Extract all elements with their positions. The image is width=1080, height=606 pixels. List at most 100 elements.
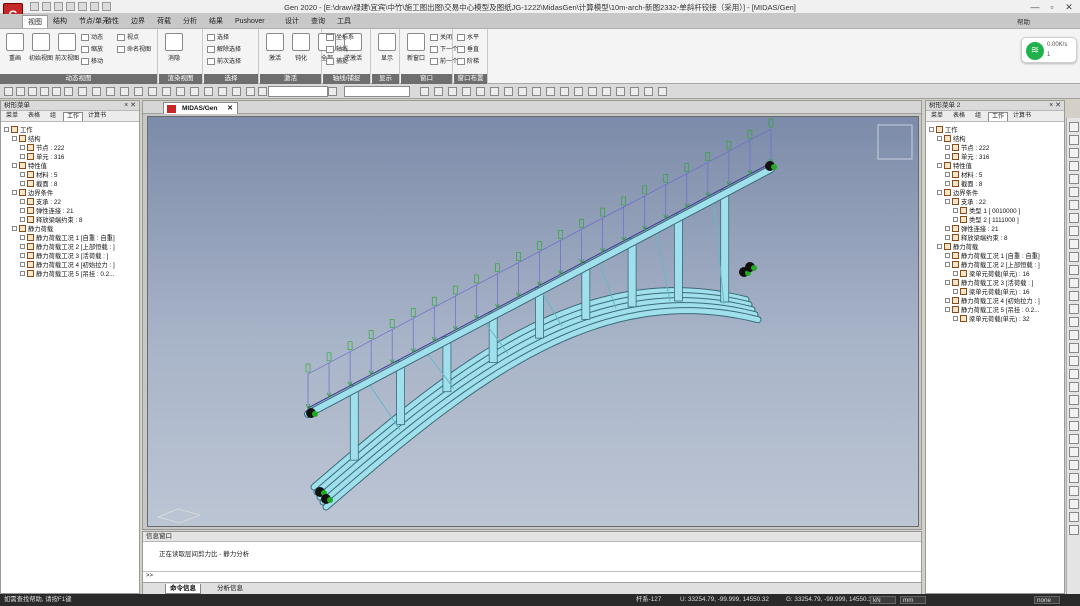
tree-expander-icon[interactable] (20, 154, 25, 159)
toolbar-button-icon[interactable] (64, 87, 73, 96)
menu-0[interactable]: 视图 (22, 15, 48, 28)
panel-tab[interactable]: 组 (972, 112, 984, 121)
tree-item[interactable]: 工作 (4, 126, 33, 135)
side-tool-icon[interactable] (1069, 174, 1079, 184)
save-icon[interactable] (54, 2, 63, 11)
side-tool-icon[interactable] (1069, 265, 1079, 275)
tree-expander-icon[interactable] (945, 262, 950, 267)
tree-item[interactable]: 结构 (937, 135, 966, 144)
unit-length-select[interactable]: mm (900, 596, 926, 604)
tree-item[interactable]: 节点 : 222 (945, 144, 989, 153)
tree-item[interactable]: 梁单元荷载(单元) : 16 (953, 270, 1030, 279)
ribbon-small-button[interactable]: 视点 (117, 32, 139, 41)
tree-expander-icon[interactable] (20, 235, 25, 240)
ribbon-small-button[interactable]: 垂直 (457, 44, 479, 53)
toolbar-button-icon[interactable] (462, 87, 471, 96)
ribbon-button[interactable]: 新窗口 (404, 33, 428, 62)
tree-item[interactable]: 单元 : 316 (20, 153, 64, 162)
tree-item[interactable]: 单元 : 316 (945, 153, 989, 162)
tree-expander-icon[interactable] (937, 136, 942, 141)
ribbon-small-button[interactable]: 解除选择 (207, 44, 241, 53)
side-tool-icon[interactable] (1069, 226, 1079, 236)
ribbon-small-button[interactable]: 捕捉 (326, 56, 348, 65)
tree-expander-icon[interactable] (945, 145, 950, 150)
undo-icon[interactable] (90, 2, 99, 11)
toolbar-button-icon[interactable] (134, 87, 143, 96)
tree-item[interactable]: 静力荷载工况 4 [初始拉力 : ] (945, 297, 1040, 306)
tree-expander-icon[interactable] (20, 199, 25, 204)
toolbar-button-icon[interactable] (448, 87, 457, 96)
toolbar-button-icon[interactable] (630, 87, 639, 96)
toolbar-button-icon[interactable] (532, 87, 541, 96)
panel-tab[interactable]: 表格 (25, 112, 43, 121)
panel-close-icon[interactable]: × ✕ (1049, 101, 1061, 111)
tree-expander-icon[interactable] (937, 244, 942, 249)
side-tool-icon[interactable] (1069, 408, 1079, 418)
side-tool-icon[interactable] (1069, 434, 1079, 444)
panel-tab[interactable]: 组 (47, 112, 59, 121)
toolbar-button-icon[interactable] (616, 87, 625, 96)
tree-item[interactable]: 支承 : 22 (20, 198, 61, 207)
side-tool-icon[interactable] (1069, 291, 1079, 301)
print-icon[interactable] (78, 2, 87, 11)
tree-item[interactable]: 材料 : 5 (945, 171, 982, 180)
menu-9[interactable]: 设计 (280, 15, 304, 28)
ribbon-small-button[interactable]: 水平 (457, 32, 479, 41)
ribbon-button[interactable]: 激活 (263, 33, 287, 62)
message-tab[interactable]: 分析信息 (213, 584, 247, 594)
tree-item[interactable]: 释放梁端约束 : 8 (20, 216, 83, 225)
toolbar-button-icon[interactable] (232, 87, 241, 96)
ribbon-small-button[interactable]: 命名视图 (117, 44, 151, 53)
help-menu[interactable]: 帮助 (1017, 16, 1030, 26)
tree-item[interactable]: 工作 (929, 126, 958, 135)
tree-expander-icon[interactable] (937, 190, 942, 195)
tree-item[interactable]: 静力荷载 (937, 243, 978, 252)
menu-3[interactable]: 特性 (100, 15, 124, 28)
tree-expander-icon[interactable] (20, 244, 25, 249)
toolbar-button-icon[interactable] (258, 87, 267, 96)
tree-item[interactable]: 静力荷载 (12, 225, 53, 234)
ribbon-small-button[interactable]: 移动 (81, 56, 103, 65)
toolbar-button-icon[interactable] (4, 87, 13, 96)
toolbar-button-icon[interactable] (602, 87, 611, 96)
tree-item[interactable]: 静力荷载工况 1 [自重 : 自重] (945, 252, 1040, 261)
tree-item[interactable]: 静力荷载工况 2 [上部恒载 : ] (20, 243, 115, 252)
toolbar-button-icon[interactable] (176, 87, 185, 96)
side-tool-icon[interactable] (1069, 369, 1079, 379)
toolbar-button-icon[interactable] (218, 87, 227, 96)
toolbar-button-icon[interactable] (52, 87, 61, 96)
close-button[interactable]: ✕ (1062, 1, 1076, 13)
side-tool-icon[interactable] (1069, 135, 1079, 145)
tree-item[interactable]: 特性值 (937, 162, 972, 171)
toolbar-button-icon[interactable] (518, 87, 527, 96)
side-tool-icon[interactable] (1069, 473, 1079, 483)
toolbar-button-icon[interactable] (106, 87, 115, 96)
message-tab[interactable]: 命令信息 (165, 584, 201, 594)
tree-item[interactable]: 截面 : 8 (945, 180, 982, 189)
restore-button[interactable]: ▫ (1045, 1, 1059, 13)
panel-tab[interactable]: 工作 (988, 112, 1009, 121)
toolbar-button-icon[interactable] (162, 87, 171, 96)
tree-expander-icon[interactable] (20, 145, 25, 150)
toolbar-button-icon[interactable] (476, 87, 485, 96)
toolbar-button-icon[interactable] (204, 87, 213, 96)
tree-item[interactable]: 梁单元荷载(单元) : 32 (953, 315, 1030, 324)
ribbon-button[interactable]: 重画 (3, 33, 27, 62)
document-tab[interactable]: MIDAS/Gen ✕ (163, 102, 238, 114)
menu-4[interactable]: 边界 (126, 15, 150, 28)
panel-tab[interactable]: 计算书 (1010, 112, 1034, 121)
tree-item[interactable]: 边界条件 (937, 189, 978, 198)
side-tool-icon[interactable] (1069, 304, 1079, 314)
document-tab-close-icon[interactable]: ✕ (227, 103, 233, 114)
tree-item[interactable]: 材料 : 5 (20, 171, 57, 180)
toolbar-button-icon[interactable] (588, 87, 597, 96)
toolbar-combo[interactable] (268, 86, 328, 97)
tree-expander-icon[interactable] (945, 181, 950, 186)
tree-item[interactable]: 弹性连接 : 21 (945, 225, 998, 234)
tree-item[interactable]: 静力荷载工况 1 [自重 : 自重] (20, 234, 115, 243)
toolbar-button-icon[interactable] (546, 87, 555, 96)
tree-expander-icon[interactable] (20, 181, 25, 186)
side-tool-icon[interactable] (1069, 200, 1079, 210)
tree-item[interactable]: 类型 1 [ 0010000 ] (953, 207, 1020, 216)
ribbon-button[interactable]: 消隐 (162, 33, 186, 62)
